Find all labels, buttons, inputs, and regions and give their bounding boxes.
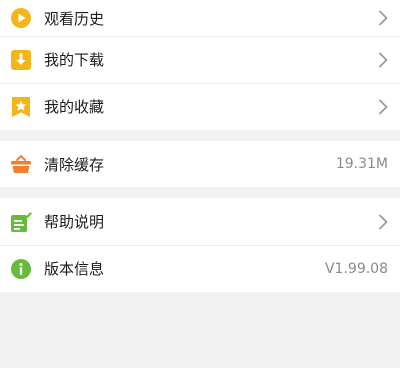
menu-item-version-label: 版本信息 <box>44 260 105 278</box>
version-value: V1.99.08 <box>324 260 388 277</box>
menu-item-history[interactable]: 观看历史 <box>0 0 400 36</box>
menu-item-help[interactable]: 帮助说明 <box>0 198 400 245</box>
menu-item-clear-cache-label: 清除缓存 <box>44 155 105 174</box>
info-icon <box>10 258 32 280</box>
menu-item-downloads-label: 我的下载 <box>44 51 105 69</box>
menu-item-version[interactable]: 版本信息 V1.99.08 <box>0 245 400 292</box>
chevron-right-icon <box>374 213 388 231</box>
chevron-right-icon <box>374 98 388 116</box>
menu-item-help-label: 帮助说明 <box>44 213 105 231</box>
menu-group-about: 帮助说明 版本信息 V1.99.08 <box>0 198 400 292</box>
menu-item-clear-cache[interactable]: 清除缓存 19.31M <box>0 141 400 187</box>
menu-item-favorites-label: 我的收藏 <box>44 98 105 116</box>
section-divider <box>0 130 400 141</box>
chevron-right-icon <box>374 9 388 27</box>
play-circle-icon <box>10 7 32 29</box>
chevron-right-icon <box>374 51 388 69</box>
basket-icon <box>10 153 32 175</box>
menu-item-downloads[interactable]: 我的下载 <box>0 36 400 83</box>
star-bookmark-icon <box>10 96 32 118</box>
menu-item-history-label: 观看历史 <box>44 9 105 28</box>
menu-item-favorites[interactable]: 我的收藏 <box>0 83 400 130</box>
section-divider <box>0 187 400 198</box>
menu-group-primary: 观看历史 我的下载 我的收藏 <box>0 0 400 130</box>
download-icon <box>10 49 32 71</box>
menu-group-cache: 清除缓存 19.31M <box>0 141 400 187</box>
help-document-icon <box>10 211 32 233</box>
cache-size-value: 19.31M <box>335 156 388 172</box>
